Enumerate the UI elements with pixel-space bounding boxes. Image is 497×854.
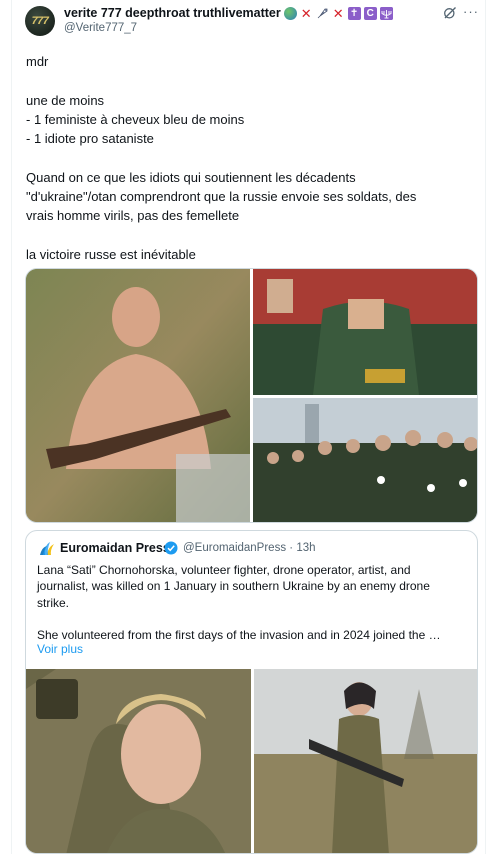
- author-display-name[interactable]: verite 777 deepthroat truthlivematter: [64, 6, 281, 20]
- tweet-line: Quand on ce que les idiots qui soutienne…: [26, 169, 356, 185]
- quoted-tweet[interactable]: Euromaidan Press @EuromaidanPress · 13h …: [25, 530, 478, 854]
- media-photo-soldiers-parade[interactable]: [253, 398, 477, 522]
- verified-badge-icon: [164, 541, 178, 555]
- grok-icon[interactable]: [443, 6, 457, 20]
- quoted-line: strike.: [37, 595, 70, 610]
- avatar-text: 777: [31, 15, 49, 27]
- tweet-line: vrais homme virils, pas des femellete: [26, 208, 240, 224]
- tweet-line: - 1 feministe à cheveux bleu de moins: [26, 111, 245, 127]
- quoted-author-name[interactable]: Euromaidan Press: [60, 541, 170, 555]
- author-name-row[interactable]: verite 777 deepthroat truthlivematter ✕ …: [64, 6, 393, 20]
- quoted-handle-row: @EuromaidanPress · 13h: [183, 542, 316, 554]
- quoted-photo-selfie[interactable]: [26, 669, 251, 853]
- tweet-line: "d'ukraine"/otan comprendront que la rus…: [26, 189, 417, 205]
- quoted-text: Lana “Sati” Chornohorska, volunteer figh…: [37, 562, 467, 643]
- tweet-line: une de moins: [26, 92, 105, 108]
- quoted-line: journalist, was killed on 1 January in s…: [37, 579, 430, 594]
- media-photo-general-uniform[interactable]: [253, 269, 477, 395]
- latin-cross-icon: ✝: [347, 6, 361, 20]
- quoted-photo-soldier-with-rifle[interactable]: [254, 669, 477, 853]
- quoted-line: She volunteered from the first days of t…: [37, 628, 441, 643]
- cross-mark-icon: ✕: [300, 5, 312, 21]
- quoted-line: Lana “Sati” Chornohorska, volunteer figh…: [37, 563, 411, 577]
- menorah-icon: [379, 6, 393, 20]
- quoted-time[interactable]: 13h: [296, 542, 315, 554]
- globe-emoji-icon: [283, 6, 297, 20]
- separator-dot: ·: [289, 542, 294, 554]
- rocket-icon: [316, 7, 329, 20]
- show-more-link[interactable]: Voir plus: [37, 642, 83, 656]
- euromaidan-logo-icon: [40, 542, 54, 555]
- author-avatar[interactable]: 777: [25, 6, 55, 36]
- c-symbol-icon: C: [363, 6, 377, 20]
- tweet-line: - 1 idiote pro sataniste: [26, 131, 154, 147]
- tweet-media-grid: [25, 268, 478, 523]
- tweet-line: mdr: [26, 54, 49, 69]
- tweet-text: mdr une de moins - 1 feministe à cheveux…: [26, 52, 476, 264]
- media-photo-shirtless-man-with-rifle[interactable]: [26, 269, 250, 522]
- quoted-handle[interactable]: @EuromaidanPress: [183, 542, 286, 554]
- tweet-line: la victoire russe est inévitable: [26, 246, 196, 262]
- author-handle[interactable]: @Verite777_7: [64, 22, 137, 34]
- cross-mark-icon: ✕: [332, 5, 344, 21]
- more-options-icon[interactable]: ···: [463, 5, 479, 18]
